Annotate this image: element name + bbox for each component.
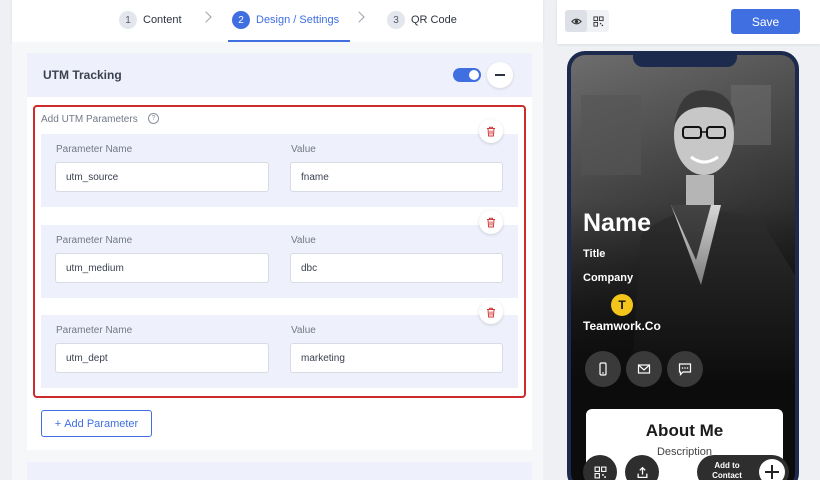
mail-icon <box>637 364 651 374</box>
phone-icon <box>599 362 607 376</box>
chevron-right-icon <box>200 11 212 23</box>
delete-parameter-button[interactable] <box>479 210 503 234</box>
card-title: Title <box>583 248 606 260</box>
step-content[interactable]: 1 Content <box>119 11 182 29</box>
collapse-button[interactable] <box>487 62 513 88</box>
parameter-name-input[interactable]: utm_source <box>55 162 269 192</box>
params-label: Add UTM Parameters <box>41 114 138 125</box>
parameter-value-input[interactable]: fname <box>290 162 503 192</box>
plus-icon: + <box>54 417 62 430</box>
card-name: Name <box>583 209 652 237</box>
qr-view-button[interactable] <box>587 10 609 32</box>
phone-notch <box>633 55 737 67</box>
value-label: Value <box>291 144 316 155</box>
next-section-header[interactable] <box>27 462 532 480</box>
steps-bar: 1 Content 2 Design / Settings 3 QR Code <box>12 0 543 42</box>
parameter-name-label: Parameter Name <box>56 325 133 336</box>
trash-icon <box>487 217 495 227</box>
delete-parameter-button[interactable] <box>479 300 503 324</box>
preview-view-button[interactable] <box>565 10 587 32</box>
value-label: Value <box>291 325 316 336</box>
step-qr-code[interactable]: 3 QR Code <box>387 11 457 29</box>
add-parameter-label: Add Parameter <box>64 417 139 430</box>
parameter-name-label: Parameter Name <box>56 235 133 246</box>
utm-tracking-toggle[interactable] <box>453 68 481 82</box>
save-button[interactable]: Save <box>731 9 800 34</box>
step-number: 1 <box>119 11 137 29</box>
message-icon <box>678 363 692 376</box>
trash-icon <box>487 126 495 136</box>
utm-section-header[interactable]: UTM Tracking <box>27 53 532 97</box>
parameter-name-label: Parameter Name <box>56 144 133 155</box>
parameter-name-input[interactable]: utm_medium <box>55 253 269 283</box>
trash-icon <box>487 307 495 317</box>
utm-parameter-row: Parameter Name Value utm_medium dbc <box>41 225 518 298</box>
add-to-contact-button[interactable]: Add to Contact <box>697 455 789 480</box>
card-company: Company <box>583 272 634 284</box>
step-label: Design / Settings <box>256 14 340 26</box>
add-parameter-button[interactable]: + Add Parameter <box>41 410 152 437</box>
chevron-right-icon <box>353 11 365 23</box>
value-label: Value <box>291 235 316 246</box>
email-button[interactable] <box>626 351 662 387</box>
step-number: 3 <box>387 11 405 29</box>
qr-code-icon <box>594 466 606 478</box>
delete-parameter-button[interactable] <box>479 119 503 143</box>
company-logo: T <box>611 294 633 316</box>
message-button[interactable] <box>667 351 703 387</box>
step-label: QR Code <box>411 14 457 26</box>
call-button[interactable] <box>585 351 621 387</box>
section-title: UTM Tracking <box>43 68 122 82</box>
parameter-value-input[interactable]: marketing <box>290 343 503 373</box>
parameter-value-input[interactable]: dbc <box>290 253 503 283</box>
step-label: Content <box>143 14 182 26</box>
step-number: 2 <box>232 11 250 29</box>
help-circle-icon[interactable]: ? <box>148 113 159 124</box>
utm-parameter-row: Parameter Name Value utm_source fname <box>41 134 518 207</box>
about-title: About Me <box>645 421 724 440</box>
company-name: Teamwork.Co <box>583 319 661 333</box>
plus-icon <box>759 459 785 480</box>
phone-preview: Name Title Company T Teamwork.Co About M… <box>567 51 799 480</box>
step-design-settings[interactable]: 2 Design / Settings <box>232 11 339 29</box>
add-to-contact-label: Add to Contact <box>712 461 742 480</box>
eye-icon <box>570 18 582 24</box>
share-icon <box>637 466 647 478</box>
utm-parameter-row: Parameter Name Value utm_dept marketing <box>41 315 518 388</box>
qr-code-icon <box>592 15 604 27</box>
parameter-name-input[interactable]: utm_dept <box>55 343 269 373</box>
